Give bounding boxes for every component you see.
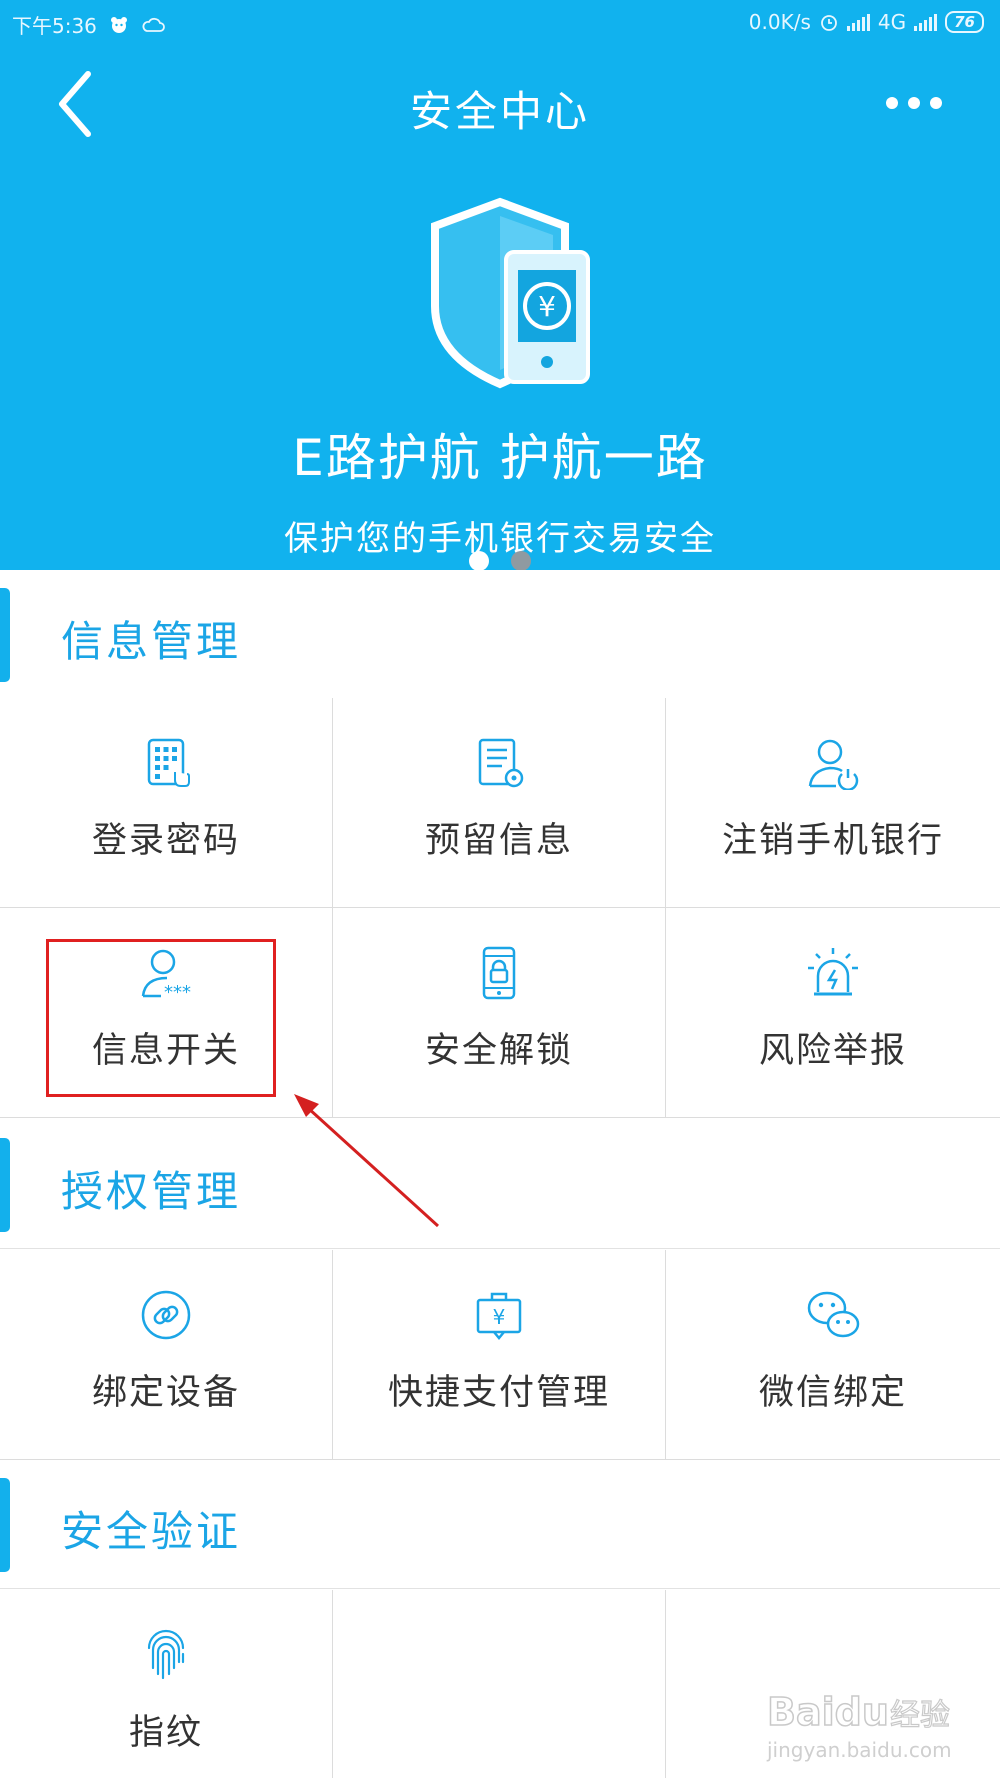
watermark-brand: Baidu (767, 1690, 889, 1734)
keypad-icon (147, 738, 190, 787)
section-accent-bar (0, 1478, 10, 1572)
watermark-brand-cn: 经验 (890, 1698, 950, 1733)
item-label: 预留信息 (424, 821, 573, 861)
svg-text:¥: ¥ (538, 290, 556, 323)
wechat-icon (807, 1291, 860, 1338)
highlight-box (46, 939, 276, 1097)
watermark: Baidu 经验 jingyan.baidu.com (766, 1689, 952, 1762)
item-label: 安全解锁 (424, 1031, 573, 1071)
section-accent-bar (0, 1138, 10, 1232)
carousel-indicator[interactable] (0, 551, 1000, 570)
watermark-url: jingyan.baidu.com (766, 1738, 952, 1762)
item-label: 绑定设备 (91, 1373, 240, 1413)
reserved-info-item[interactable]: 预留信息 (333, 698, 666, 908)
fingerprint-item[interactable]: 指纹 (0, 1590, 333, 1778)
signal-icon (914, 13, 938, 31)
document-gear-icon (478, 738, 524, 788)
auth-management-grid: 绑定设备 ¥ 快捷支付管理 微信绑定 (0, 1250, 1000, 1460)
phone-lock-icon (482, 946, 516, 1000)
bind-device-item[interactable]: 绑定设备 (0, 1250, 333, 1460)
item-label: 快捷支付管理 (387, 1373, 610, 1413)
signal-icon (846, 13, 870, 31)
item-label: 微信绑定 (758, 1373, 907, 1413)
fingerprint-icon (147, 1629, 185, 1680)
banner-slogan: E路护航 护航一路 (292, 429, 708, 487)
risk-report-item[interactable]: 风险举报 (666, 908, 1000, 1118)
status-bar: 下午5:36 0.0K/s 4G 76 (0, 0, 1000, 44)
section-header-info-management: 信息管理 (0, 570, 1000, 699)
notification-icon (110, 16, 127, 33)
cloud-icon (142, 17, 165, 32)
shield-phone-icon: ¥ (431, 197, 590, 389)
alarm-clock-icon (820, 15, 837, 31)
section-title: 安全验证 (61, 1507, 242, 1556)
banner: 下午5:36 0.0K/s 4G 76 安全中心 ¥ E路护航 护航一路 保护您… (0, 0, 1000, 570)
svg-text:¥: ¥ (493, 1305, 506, 1329)
section-header-auth-management: 授权管理 (0, 1120, 1000, 1249)
item-label: 登录密码 (91, 821, 240, 861)
item-label: 指纹 (128, 1713, 203, 1753)
user-power-icon (808, 739, 859, 790)
carousel-dot[interactable] (511, 551, 531, 570)
quick-pay-item[interactable]: ¥ 快捷支付管理 (333, 1250, 666, 1460)
login-password-item[interactable]: 登录密码 (0, 698, 333, 908)
alarm-icon (808, 948, 858, 996)
section-title: 授权管理 (61, 1167, 242, 1216)
wechat-binding-item[interactable]: 微信绑定 (666, 1250, 1000, 1460)
more-button[interactable] (858, 80, 958, 126)
carousel-dot[interactable] (469, 551, 489, 570)
item-label: 注销手机银行 (721, 821, 944, 861)
empty-cell (333, 1590, 666, 1778)
more-icon (886, 97, 942, 109)
page-title: 安全中心 (409, 87, 590, 136)
section-title: 信息管理 (61, 617, 242, 666)
battery-level: 76 (945, 11, 984, 33)
section-accent-bar (0, 588, 10, 682)
network-speed: 0.0K/s (748, 10, 811, 34)
status-time: 下午5:36 (12, 14, 97, 38)
link-icon (141, 1290, 191, 1340)
network-type: 4G (877, 10, 907, 34)
section-header-security-verification: 安全验证 (0, 1460, 1000, 1589)
item-label: 风险举报 (758, 1031, 907, 1071)
yuan-bag-icon: ¥ (476, 1292, 522, 1340)
cancel-mobile-banking-item[interactable]: 注销手机银行 (666, 698, 1000, 908)
security-unlock-item[interactable]: 安全解锁 (333, 908, 666, 1118)
